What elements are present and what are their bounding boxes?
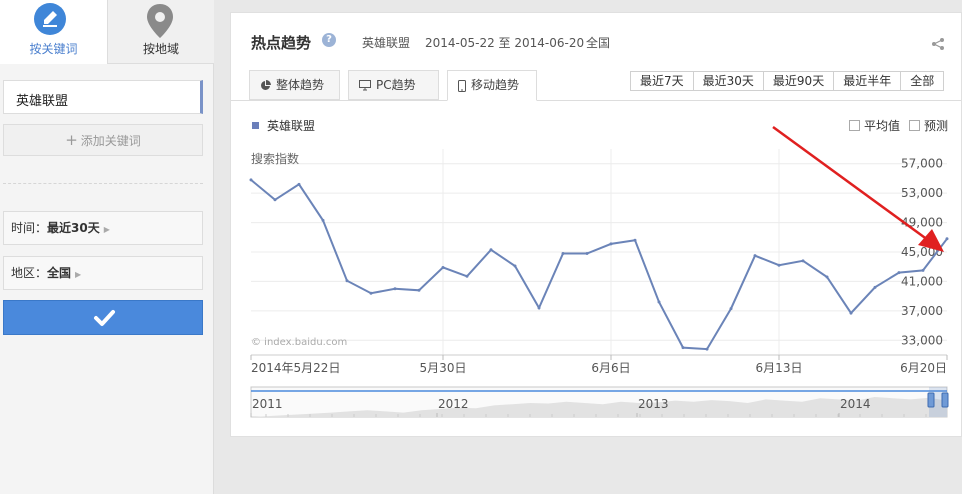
- annotation-arrow: [772, 125, 944, 252]
